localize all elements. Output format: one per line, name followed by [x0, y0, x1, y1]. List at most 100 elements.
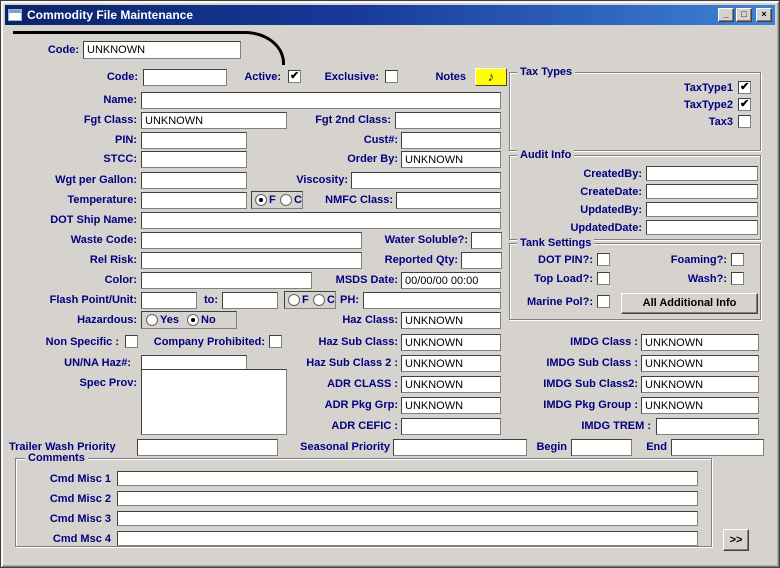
- hazardous-no-radio[interactable]: [187, 314, 199, 326]
- application-icon: [8, 9, 22, 21]
- imdg-sub-class2-label: IMDG Sub Class2:: [523, 378, 638, 391]
- pin-input[interactable]: [141, 132, 247, 149]
- order-by-input[interactable]: [401, 151, 501, 168]
- adr-class-input[interactable]: [401, 376, 501, 393]
- top-load-label: Top Load?:: [523, 273, 593, 286]
- haz-class-label: Haz Class:: [329, 314, 398, 327]
- waste-code-input[interactable]: [141, 232, 362, 249]
- company-prohibited-checkbox[interactable]: [269, 335, 282, 348]
- adr-pkg-grp-label: ADR Pkg Grp:: [315, 399, 398, 412]
- seasonal-priority-input[interactable]: [393, 439, 527, 456]
- flash-point-f-radio[interactable]: [288, 294, 300, 306]
- water-soluble-label: Water Soluble?:: [371, 234, 468, 247]
- maximize-button[interactable]: □: [736, 8, 752, 22]
- all-additional-info-button[interactable]: All Additional Info: [621, 293, 758, 314]
- haz-class-input[interactable]: [401, 312, 501, 329]
- end-input[interactable]: [671, 439, 764, 456]
- color-input[interactable]: [141, 272, 312, 289]
- top-load-checkbox[interactable]: [597, 272, 610, 285]
- spec-prov-textarea[interactable]: [141, 369, 287, 435]
- flash-point-input[interactable]: [141, 292, 197, 309]
- dot-ship-name-label: DOT Ship Name:: [35, 214, 137, 227]
- exclusive-checkbox[interactable]: [385, 70, 398, 83]
- temperature-f-radio[interactable]: [255, 194, 267, 206]
- haz-sub-class-2-input[interactable]: [401, 355, 501, 372]
- msds-date-input[interactable]: [401, 272, 501, 289]
- haz-sub-class-input[interactable]: [401, 334, 501, 351]
- adr-pkg-grp-input[interactable]: [401, 397, 501, 414]
- temperature-input[interactable]: [141, 192, 247, 209]
- temperature-c-radio[interactable]: [280, 194, 292, 206]
- cmd-misc-3-input[interactable]: [117, 511, 698, 526]
- updatedby-label: UpdatedBy:: [559, 204, 642, 217]
- viscosity-input[interactable]: [351, 172, 501, 189]
- cmd-msc-4-input[interactable]: [117, 531, 698, 546]
- trailer-wash-priority-input[interactable]: [137, 439, 278, 456]
- minimize-button[interactable]: _: [718, 8, 734, 22]
- water-soluble-input[interactable]: [471, 232, 502, 249]
- adr-cefic-input[interactable]: [401, 418, 501, 435]
- marine-pol-checkbox[interactable]: [597, 295, 610, 308]
- taxtype2-checkbox[interactable]: [738, 98, 751, 111]
- more-button[interactable]: >>: [723, 529, 749, 551]
- imdg-sub-class-input[interactable]: [641, 355, 759, 372]
- imdg-sub-class2-input[interactable]: [641, 376, 759, 393]
- hazardous-yes-radio[interactable]: [146, 314, 158, 326]
- cmd-misc-2-input[interactable]: [117, 491, 698, 506]
- taxtype2-label: TaxType2: [661, 99, 733, 112]
- end-label: End: [639, 441, 667, 454]
- wgt-per-gallon-label: Wgt per Gallon:: [35, 174, 137, 187]
- rel-risk-input[interactable]: [141, 252, 362, 269]
- imdg-pkg-group-input[interactable]: [641, 397, 759, 414]
- spec-prov-label: Spec Prov:: [51, 377, 137, 390]
- tax3-checkbox[interactable]: [738, 115, 751, 128]
- taxtype1-checkbox[interactable]: [738, 81, 751, 94]
- close-button[interactable]: ×: [756, 8, 772, 22]
- temperature-c-label: C: [294, 194, 303, 207]
- pin-label: PIN:: [95, 134, 137, 147]
- cmd-misc-3-label: Cmd Misc 3: [27, 513, 111, 526]
- flash-point-c-radio[interactable]: [313, 294, 325, 306]
- code-input[interactable]: [143, 69, 227, 86]
- cmd-misc-1-input[interactable]: [117, 471, 698, 486]
- nmfc-class-label: NMFC Class:: [311, 194, 393, 207]
- dot-pin-checkbox[interactable]: [597, 253, 610, 266]
- header-code-label: Code:: [37, 44, 79, 57]
- foaming-checkbox[interactable]: [731, 253, 744, 266]
- ph-input[interactable]: [363, 292, 501, 309]
- cmd-msc-4-label: Cmd Msc 4: [27, 533, 111, 546]
- createdby-input[interactable]: [646, 166, 758, 181]
- wgt-per-gallon-input[interactable]: [141, 172, 247, 189]
- stcc-input[interactable]: [141, 151, 247, 168]
- reported-qty-label: Reported Qty:: [369, 254, 458, 267]
- name-input[interactable]: [141, 92, 501, 109]
- header-code-input[interactable]: [83, 41, 241, 59]
- exclusive-label: Exclusive:: [311, 71, 379, 84]
- imdg-class-input[interactable]: [641, 334, 759, 351]
- fgt-2nd-class-label: Fgt 2nd Class:: [291, 114, 391, 127]
- updatedby-input[interactable]: [646, 202, 758, 217]
- rel-risk-label: Rel Risk:: [65, 254, 137, 267]
- hazardous-label: Hazardous:: [65, 314, 137, 327]
- imdg-class-label: IMDG Class :: [547, 336, 638, 349]
- cust-input[interactable]: [401, 132, 501, 149]
- fgt-class-input[interactable]: [141, 112, 287, 129]
- marine-pol-label: Marine Pol?:: [513, 296, 593, 309]
- nmfc-class-input[interactable]: [396, 192, 501, 209]
- imdg-pkg-group-label: IMDG Pkg Group :: [520, 399, 638, 412]
- fgt-2nd-class-input[interactable]: [395, 112, 501, 129]
- begin-input[interactable]: [571, 439, 632, 456]
- tax-types-title: Tax Types: [517, 66, 575, 79]
- imdg-trem-input[interactable]: [656, 418, 759, 435]
- wash-checkbox[interactable]: [731, 272, 744, 285]
- flash-point-to-input[interactable]: [222, 292, 278, 309]
- createdate-input[interactable]: [646, 184, 758, 199]
- updateddate-input[interactable]: [646, 220, 758, 235]
- notes-button[interactable]: ♪: [475, 68, 507, 86]
- reported-qty-input[interactable]: [461, 252, 502, 269]
- name-label: Name:: [57, 94, 137, 107]
- non-specific-checkbox[interactable]: [125, 335, 138, 348]
- dot-ship-name-input[interactable]: [141, 212, 501, 229]
- active-checkbox[interactable]: [288, 70, 301, 83]
- imdg-sub-class-label: IMDG Sub Class :: [524, 357, 638, 370]
